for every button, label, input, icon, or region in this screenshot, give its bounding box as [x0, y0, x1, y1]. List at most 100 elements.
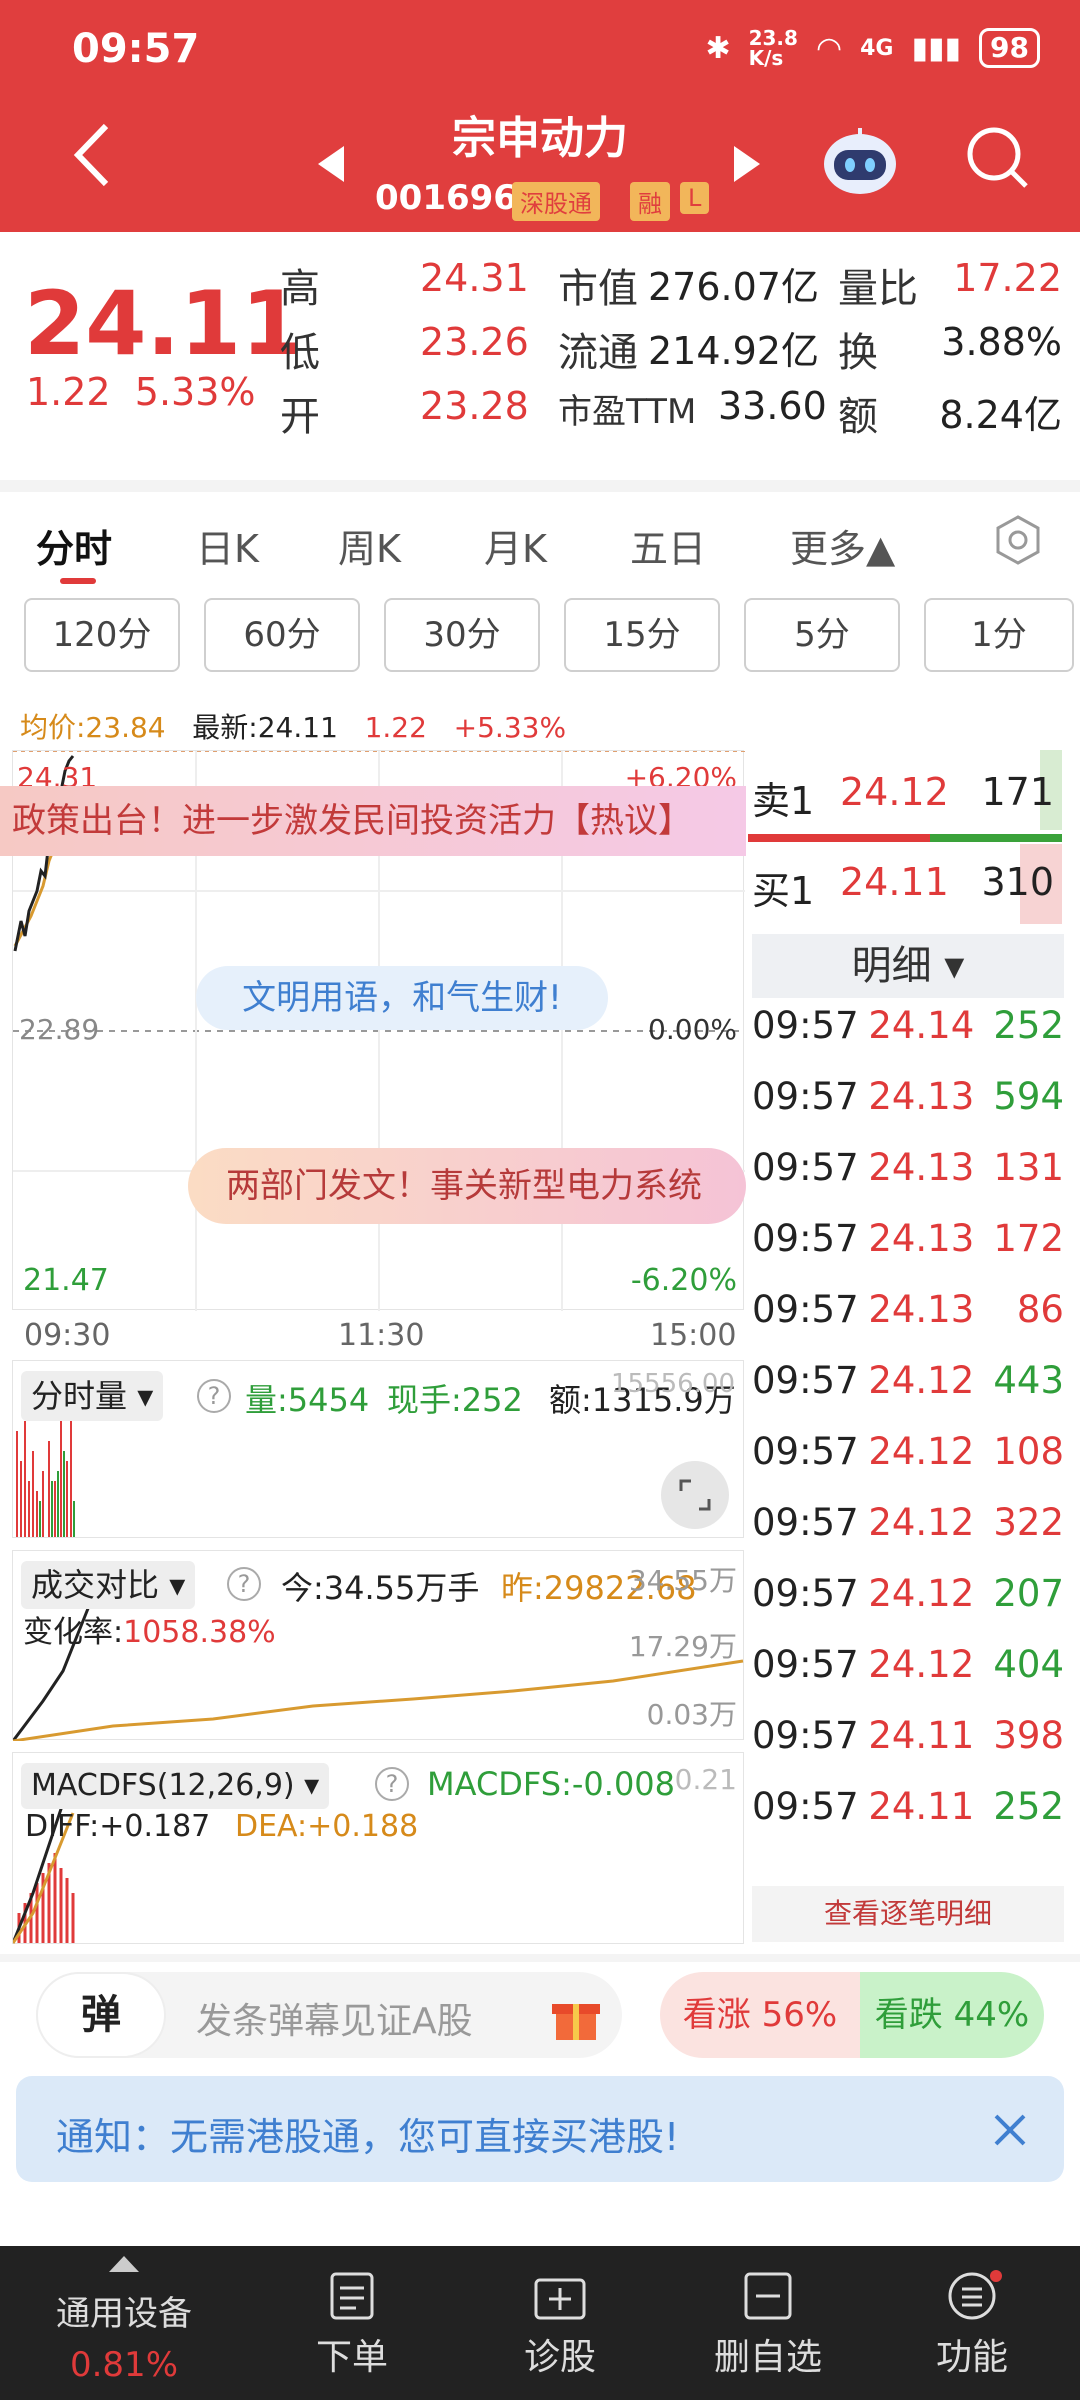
period-120[interactable]: 120分: [24, 598, 180, 672]
next-stock-icon[interactable]: [734, 146, 760, 186]
dea-value: DEA:+0.188: [235, 1809, 419, 1844]
period-1[interactable]: 1分: [924, 598, 1074, 672]
chart-tabs: 分时 日K 周K 月K 五日 更多▲: [0, 480, 1080, 584]
danmaku-bar: 弹 发条弹幕见证A股: [36, 1972, 622, 2058]
avg-price-label: 均价:23.84: [20, 711, 166, 744]
compare-help-icon[interactable]: ?: [227, 1567, 261, 1601]
mcap-value: 276.07亿: [648, 265, 819, 309]
trade-row: 09:57 24.13 86: [752, 1288, 1064, 1354]
compare-axis-top: 34.55万: [628, 1564, 737, 1597]
trade-time: 09:57: [752, 1572, 859, 1615]
trade-price: 24.12: [868, 1643, 975, 1686]
trade-row: 09:57 24.14 252: [752, 1004, 1064, 1070]
trade-price: 24.13: [868, 1075, 975, 1118]
net-speed: 23.8 K/s: [748, 26, 798, 70]
change-rate-label: 变化率:: [23, 1615, 124, 1650]
period-5[interactable]: 5分: [744, 598, 900, 672]
volume-value: 量:5454: [245, 1381, 370, 1419]
period-60[interactable]: 60分: [204, 598, 360, 672]
amount-value: 8.24亿: [939, 393, 1062, 437]
trade-price: 24.12: [868, 1501, 975, 1544]
diagnose-button[interactable]: 诊股: [452, 2246, 668, 2380]
divider: [0, 1954, 1080, 1962]
remove-favorite-label: 删自选: [713, 2337, 822, 2378]
status-time: 09:57: [72, 26, 200, 72]
robot-assistant-icon[interactable]: [822, 124, 898, 200]
tab-five-day[interactable]: 五日: [630, 518, 706, 573]
functions-button[interactable]: 功能: [864, 2246, 1080, 2380]
chart-settings-icon[interactable]: [992, 514, 1044, 570]
bottom-nav: 通用设备 0.81% 下单 诊股 删自选 功能: [0, 2246, 1080, 2400]
trade-row: 09:57 24.13 131: [752, 1146, 1064, 1212]
volratio-label: 量比: [838, 266, 918, 312]
vote-up-button[interactable]: 看涨 56%: [660, 1972, 860, 2058]
low-label: 低: [280, 330, 320, 376]
change-value: 1.22: [26, 370, 111, 414]
high-label: 高: [280, 266, 320, 312]
sector-name: 通用设备: [56, 2294, 192, 2334]
trade-price: 24.13: [868, 1146, 975, 1189]
compare-axis-bottom: 0.03万: [646, 1698, 737, 1731]
diagnose-label: 诊股: [523, 2337, 596, 2378]
trade-compare-panel: 成交对比 ▾ ? 今:34.55万手 昨:29822.68 变化率:1058.3…: [12, 1550, 744, 1741]
order-button[interactable]: 下单: [244, 2246, 460, 2380]
high-value: 24.31: [420, 256, 529, 300]
news-banner-3[interactable]: 两部门发文！事关新型电力系统: [188, 1148, 746, 1224]
diff-value: DIFF:+0.187: [25, 1809, 211, 1844]
close-icon[interactable]: [992, 2112, 1028, 2152]
net-type: 4G: [860, 35, 894, 61]
period-30[interactable]: 30分: [384, 598, 540, 672]
macd-selector[interactable]: MACDFS(12,26,9) ▾: [21, 1763, 330, 1809]
time-start: 09:30: [24, 1318, 111, 1353]
trade-volume: 322: [993, 1501, 1064, 1544]
signal-icon: ▮▮▮: [911, 30, 962, 66]
danmaku-toggle[interactable]: 弹: [36, 1972, 166, 2058]
gift-icon[interactable]: [550, 1990, 602, 2046]
trade-price: 24.11: [868, 1714, 975, 1757]
notice-bar[interactable]: 通知：无需港股通，您可直接买港股!: [16, 2076, 1064, 2182]
volume-title: 分时量: [31, 1377, 128, 1415]
price-change: 1.22 5.33%: [26, 370, 256, 414]
sector-button[interactable]: 通用设备 0.81%: [16, 2246, 232, 2385]
remove-favorite-button[interactable]: 删自选: [660, 2246, 876, 2380]
trade-row: 09:57 24.13 172: [752, 1217, 1064, 1283]
low-value: 23.26: [420, 320, 529, 364]
trade-price: 24.12: [868, 1359, 975, 1402]
tab-weekly-k[interactable]: 周K: [338, 518, 401, 573]
volume-help-icon[interactable]: ?: [197, 1379, 231, 1413]
vote-down-button[interactable]: 看跌 44%: [860, 1972, 1044, 2058]
tab-daily-k[interactable]: 日K: [196, 518, 259, 573]
tab-intraday[interactable]: 分时: [36, 518, 112, 573]
trade-row: 09:57 24.12 443: [752, 1359, 1064, 1425]
mcap-label: 市值: [558, 266, 638, 312]
chart-chg-pct: +5.33%: [453, 711, 567, 744]
detail-dropdown[interactable]: 明细 ▾: [752, 934, 1064, 998]
fullscreen-icon[interactable]: [661, 1461, 729, 1529]
danmaku-input[interactable]: 发条弹幕见证A股: [196, 1992, 473, 2044]
tab-more[interactable]: 更多▲: [790, 518, 895, 573]
trade-row: 09:57 24.13 594: [752, 1075, 1064, 1141]
trade-time: 09:57: [752, 1714, 859, 1757]
macd-help-icon[interactable]: ?: [375, 1767, 409, 1801]
change-rate-value: 1058.38%: [123, 1615, 276, 1650]
macd-axis-top: 0.21: [674, 1763, 737, 1796]
trade-price: 24.14: [868, 1004, 975, 1047]
trade-volume: 443: [993, 1359, 1064, 1402]
view-all-trades-button[interactable]: 查看逐笔明细: [752, 1886, 1064, 1942]
period-15[interactable]: 15分: [564, 598, 720, 672]
volume-selector[interactable]: 分时量 ▾: [21, 1371, 164, 1421]
notice-text: 通知：无需港股通，您可直接买港股!: [56, 2115, 680, 2159]
search-icon[interactable]: [964, 124, 1030, 194]
sector-pct: 0.81%: [69, 2345, 178, 2385]
trade-price: 24.11: [868, 1785, 975, 1828]
trade-volume: 131: [993, 1146, 1064, 1189]
trade-compare-selector[interactable]: 成交对比 ▾: [21, 1561, 196, 1609]
tab-monthly-k[interactable]: 月K: [484, 518, 547, 573]
trade-time: 09:57: [752, 1643, 859, 1686]
open-label: 开: [280, 394, 320, 440]
sell1-label: 卖1: [752, 779, 815, 823]
buy1-label: 买1: [752, 869, 815, 913]
turnover-label: 换: [838, 330, 878, 376]
news-banner-1[interactable]: 政策出台！进一步激发民间投资活力【热议】: [0, 786, 746, 856]
hk-connect-tag: 深股通: [512, 182, 600, 221]
